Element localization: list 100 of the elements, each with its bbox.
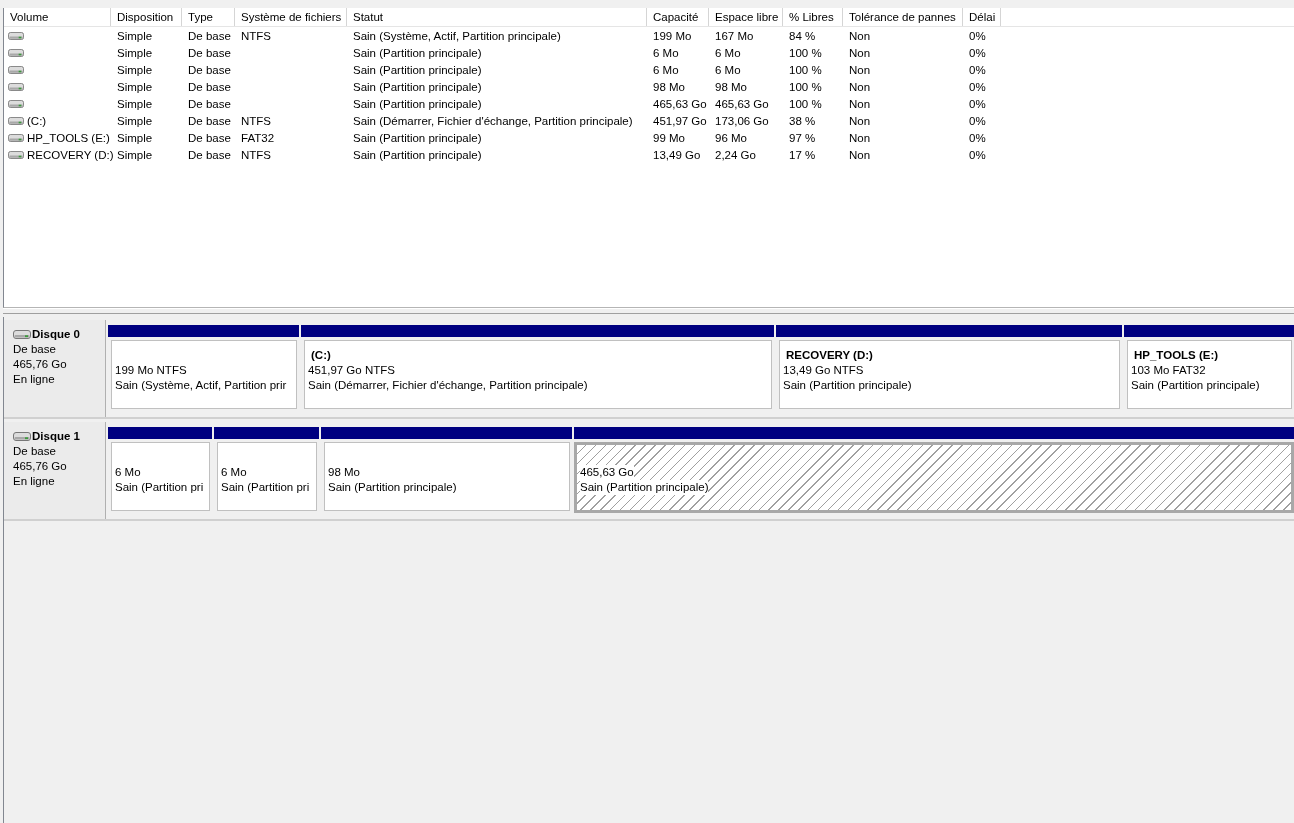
partition-name: HP_TOOLS (E:) bbox=[1133, 348, 1219, 363]
table-cell: Simple bbox=[117, 131, 153, 144]
table-cell: Non bbox=[849, 63, 871, 76]
table-cell: 0% bbox=[969, 131, 986, 144]
disk-size: 465,76 Go bbox=[13, 459, 68, 474]
table-cell: 84 % bbox=[789, 29, 816, 42]
drive-icon bbox=[13, 432, 31, 441]
partition-block[interactable]: 465,63 Go Sain (Partition principale) bbox=[574, 442, 1294, 513]
partition-size: 6 Mo bbox=[221, 465, 247, 480]
partition-status: Sain (Partition pri bbox=[221, 480, 310, 495]
partition-block[interactable]: 199 Mo NTFS Sain (Système, Actif, Partition prir bbox=[111, 340, 297, 409]
table-cell: Simple bbox=[117, 148, 153, 161]
table-cell: NTFS bbox=[241, 29, 272, 42]
table-cell: 0% bbox=[969, 46, 986, 59]
table-cell: FAT32 bbox=[241, 131, 275, 144]
volume-name: RECOVERY (D:) bbox=[27, 148, 114, 161]
table-cell: Sain (Système, Actif, Partition principale) bbox=[353, 29, 561, 42]
partition-name: (C:) bbox=[310, 348, 331, 363]
partition-status: Sain (Partition principale) bbox=[1131, 378, 1260, 393]
drive-icon bbox=[8, 82, 24, 91]
partition-size: 451,97 Go NTFS bbox=[308, 363, 395, 378]
disk-status: En ligne bbox=[13, 372, 56, 387]
disk-name: Disque 1 bbox=[32, 429, 80, 444]
table-cell: 2,24 Go bbox=[715, 148, 756, 161]
table-cell: Simple bbox=[117, 80, 153, 93]
column-header[interactable]: Disposition bbox=[111, 8, 182, 26]
column-header[interactable]: Statut bbox=[347, 8, 647, 26]
table-cell: 167 Mo bbox=[715, 29, 754, 42]
disk-type: De base bbox=[13, 444, 57, 459]
table-cell: 100 % bbox=[789, 63, 822, 76]
column-header[interactable]: Système de fichiers bbox=[235, 8, 347, 26]
column-header[interactable]: Espace libre bbox=[709, 8, 783, 26]
table-cell: Simple bbox=[117, 29, 153, 42]
disk-label-panel[interactable]: Disque 1 De base 465,76 Go En ligne bbox=[4, 422, 106, 519]
partition-block[interactable]: 98 Mo Sain (Partition principale) bbox=[324, 442, 570, 511]
table-cell: 96 Mo bbox=[715, 131, 747, 144]
partition-block[interactable]: 6 Mo Sain (Partition pri bbox=[111, 442, 210, 511]
table-cell: De base bbox=[188, 131, 231, 144]
partition-size: 13,49 Go NTFS bbox=[783, 363, 864, 378]
table-cell: De base bbox=[188, 29, 231, 42]
column-header[interactable]: Volume bbox=[4, 8, 111, 26]
table-cell: De base bbox=[188, 114, 231, 127]
disk-type: De base bbox=[13, 342, 57, 357]
table-cell: NTFS bbox=[241, 114, 272, 127]
table-cell: 98 Mo bbox=[653, 80, 685, 93]
table-cell: Simple bbox=[117, 46, 153, 59]
table-cell: 173,06 Go bbox=[715, 114, 769, 127]
column-header[interactable]: Délai bbox=[963, 8, 1001, 26]
volume-name: HP_TOOLS (E:) bbox=[27, 131, 110, 144]
table-cell: 0% bbox=[969, 29, 986, 42]
partition-status: Sain (Partition principale) bbox=[580, 480, 709, 495]
table-cell: 38 % bbox=[789, 114, 816, 127]
partition-size: 6 Mo bbox=[115, 465, 141, 480]
volume-name: (C:) bbox=[27, 114, 47, 127]
drive-icon bbox=[8, 99, 24, 108]
table-cell: Simple bbox=[117, 114, 153, 127]
table-cell: Non bbox=[849, 114, 871, 127]
disk-size: 465,76 Go bbox=[13, 357, 68, 372]
disk-label-panel[interactable]: Disque 0 De base 465,76 Go En ligne bbox=[4, 320, 106, 417]
partition-size: 103 Mo FAT32 bbox=[1131, 363, 1206, 378]
partition-block[interactable]: (C:) 451,97 Go NTFS Sain (Démarrer, Fichier d'échange, Partition principale) bbox=[304, 340, 772, 409]
partition-size: 465,63 Go bbox=[580, 465, 634, 480]
table-cell: 98 Mo bbox=[715, 80, 747, 93]
table-cell: 0% bbox=[969, 63, 986, 76]
table-cell: NTFS bbox=[241, 148, 272, 161]
drive-icon bbox=[8, 65, 24, 74]
table-cell: 0% bbox=[969, 80, 986, 93]
partition-block[interactable]: HP_TOOLS (E:) 103 Mo FAT32 Sain (Partition principale) bbox=[1127, 340, 1292, 409]
column-header[interactable]: Capacité bbox=[647, 8, 709, 26]
table-cell: 99 Mo bbox=[653, 131, 685, 144]
table-cell: De base bbox=[188, 46, 231, 59]
table-cell: Simple bbox=[117, 97, 153, 110]
column-header[interactable]: Type bbox=[182, 8, 235, 26]
table-cell: 17 % bbox=[789, 148, 816, 161]
table-cell: Non bbox=[849, 148, 871, 161]
partition-block[interactable]: RECOVERY (D:) 13,49 Go NTFS Sain (Partition principale) bbox=[779, 340, 1120, 409]
disk-name: Disque 0 bbox=[32, 327, 80, 342]
column-header[interactable]: Tolérance de pannes bbox=[843, 8, 963, 26]
table-cell: Sain (Partition principale) bbox=[353, 131, 482, 144]
table-cell: 6 Mo bbox=[715, 46, 741, 59]
table-cell: 6 Mo bbox=[653, 46, 679, 59]
table-cell: Simple bbox=[117, 63, 153, 76]
table-cell: De base bbox=[188, 148, 231, 161]
partition-status: Sain (Partition pri bbox=[115, 480, 204, 495]
column-header[interactable]: % Libres bbox=[783, 8, 843, 26]
table-cell: 451,97 Go bbox=[653, 114, 707, 127]
drive-icon bbox=[8, 116, 24, 125]
table-cell: 100 % bbox=[789, 46, 822, 59]
disk-status: En ligne bbox=[13, 474, 56, 489]
partition-block[interactable]: 6 Mo Sain (Partition pri bbox=[217, 442, 317, 511]
partition-status: Sain (Partition principale) bbox=[783, 378, 912, 393]
partition-name: RECOVERY (D:) bbox=[785, 348, 873, 363]
partition-size: 98 Mo bbox=[328, 465, 360, 480]
table-cell: Non bbox=[849, 29, 871, 42]
table-cell: 97 % bbox=[789, 131, 816, 144]
table-cell: 0% bbox=[969, 148, 986, 161]
table-cell: Non bbox=[849, 97, 871, 110]
drive-icon bbox=[8, 48, 24, 57]
partition-size: 199 Mo NTFS bbox=[115, 363, 187, 378]
drive-icon bbox=[8, 31, 24, 40]
